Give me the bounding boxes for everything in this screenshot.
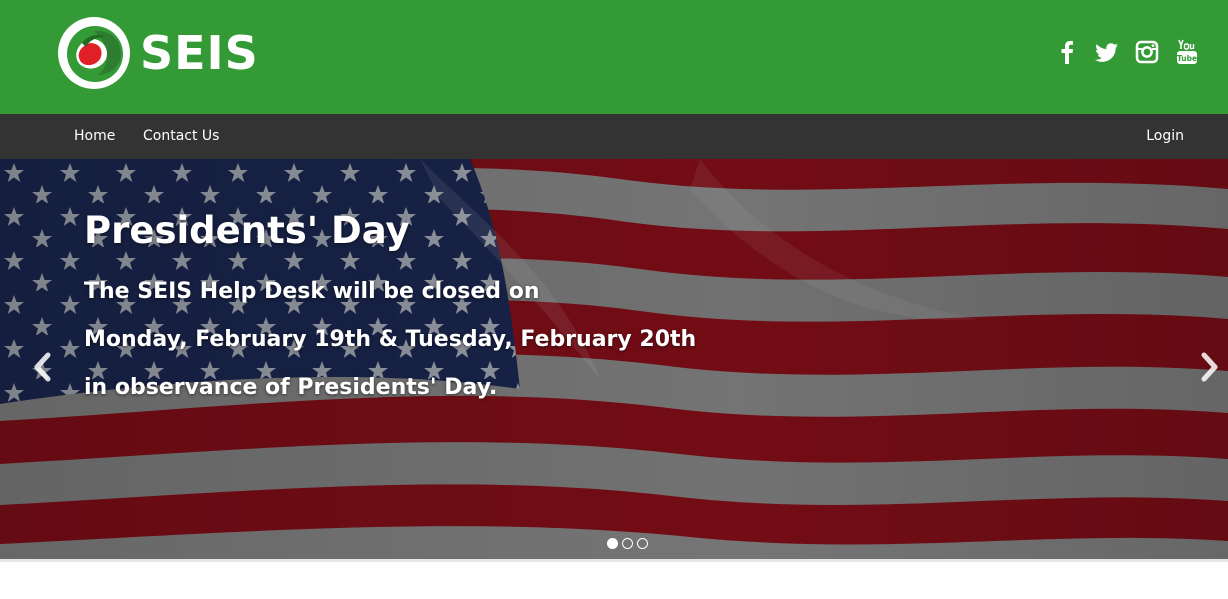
carousel-indicators (607, 538, 652, 549)
login-link[interactable]: Login (1146, 114, 1184, 159)
twitter-icon (1095, 43, 1118, 62)
carousel-indicator-2[interactable] (622, 538, 633, 549)
social-links: Tube (1040, 38, 1200, 66)
carousel-indicator-1[interactable] (607, 538, 618, 549)
instagram-icon (1135, 40, 1159, 64)
carousel-prev-button[interactable] (28, 349, 56, 385)
top-header: SEIS Tube (0, 0, 1228, 114)
youtube-icon: Tube (1177, 39, 1197, 64)
slide-title: Presidents' Day (84, 209, 410, 252)
seis-logo[interactable]: SEIS (58, 17, 259, 89)
youtube-link[interactable]: Tube (1174, 38, 1200, 66)
main-nav: Home Contact Us Login (0, 114, 1228, 159)
carousel-indicator-3[interactable] (637, 538, 648, 549)
slide-text-line: Monday, February 19th & Tuesday, Februar… (84, 327, 697, 352)
facebook-icon (1061, 41, 1073, 64)
svg-text:Tube: Tube (1177, 54, 1197, 63)
announcement-carousel: Presidents' Day The SEIS Help Desk will … (0, 159, 1228, 559)
slide-text-line: in observance of Presidents' Day. (84, 375, 498, 400)
seis-logo-icon (58, 17, 130, 89)
slide-text-line: The SEIS Help Desk will be closed on (84, 279, 540, 304)
chevron-left-icon (34, 352, 51, 382)
nav-contact-link[interactable]: Contact Us (143, 114, 219, 159)
instagram-link[interactable] (1134, 38, 1160, 66)
carousel-next-button[interactable] (1196, 349, 1224, 385)
facebook-link[interactable] (1054, 38, 1080, 66)
nav-home-link[interactable]: Home (74, 114, 115, 159)
brand-name: SEIS (140, 26, 259, 80)
chevron-right-icon (1201, 352, 1218, 382)
divider (0, 559, 1228, 562)
twitter-link[interactable] (1094, 38, 1120, 66)
